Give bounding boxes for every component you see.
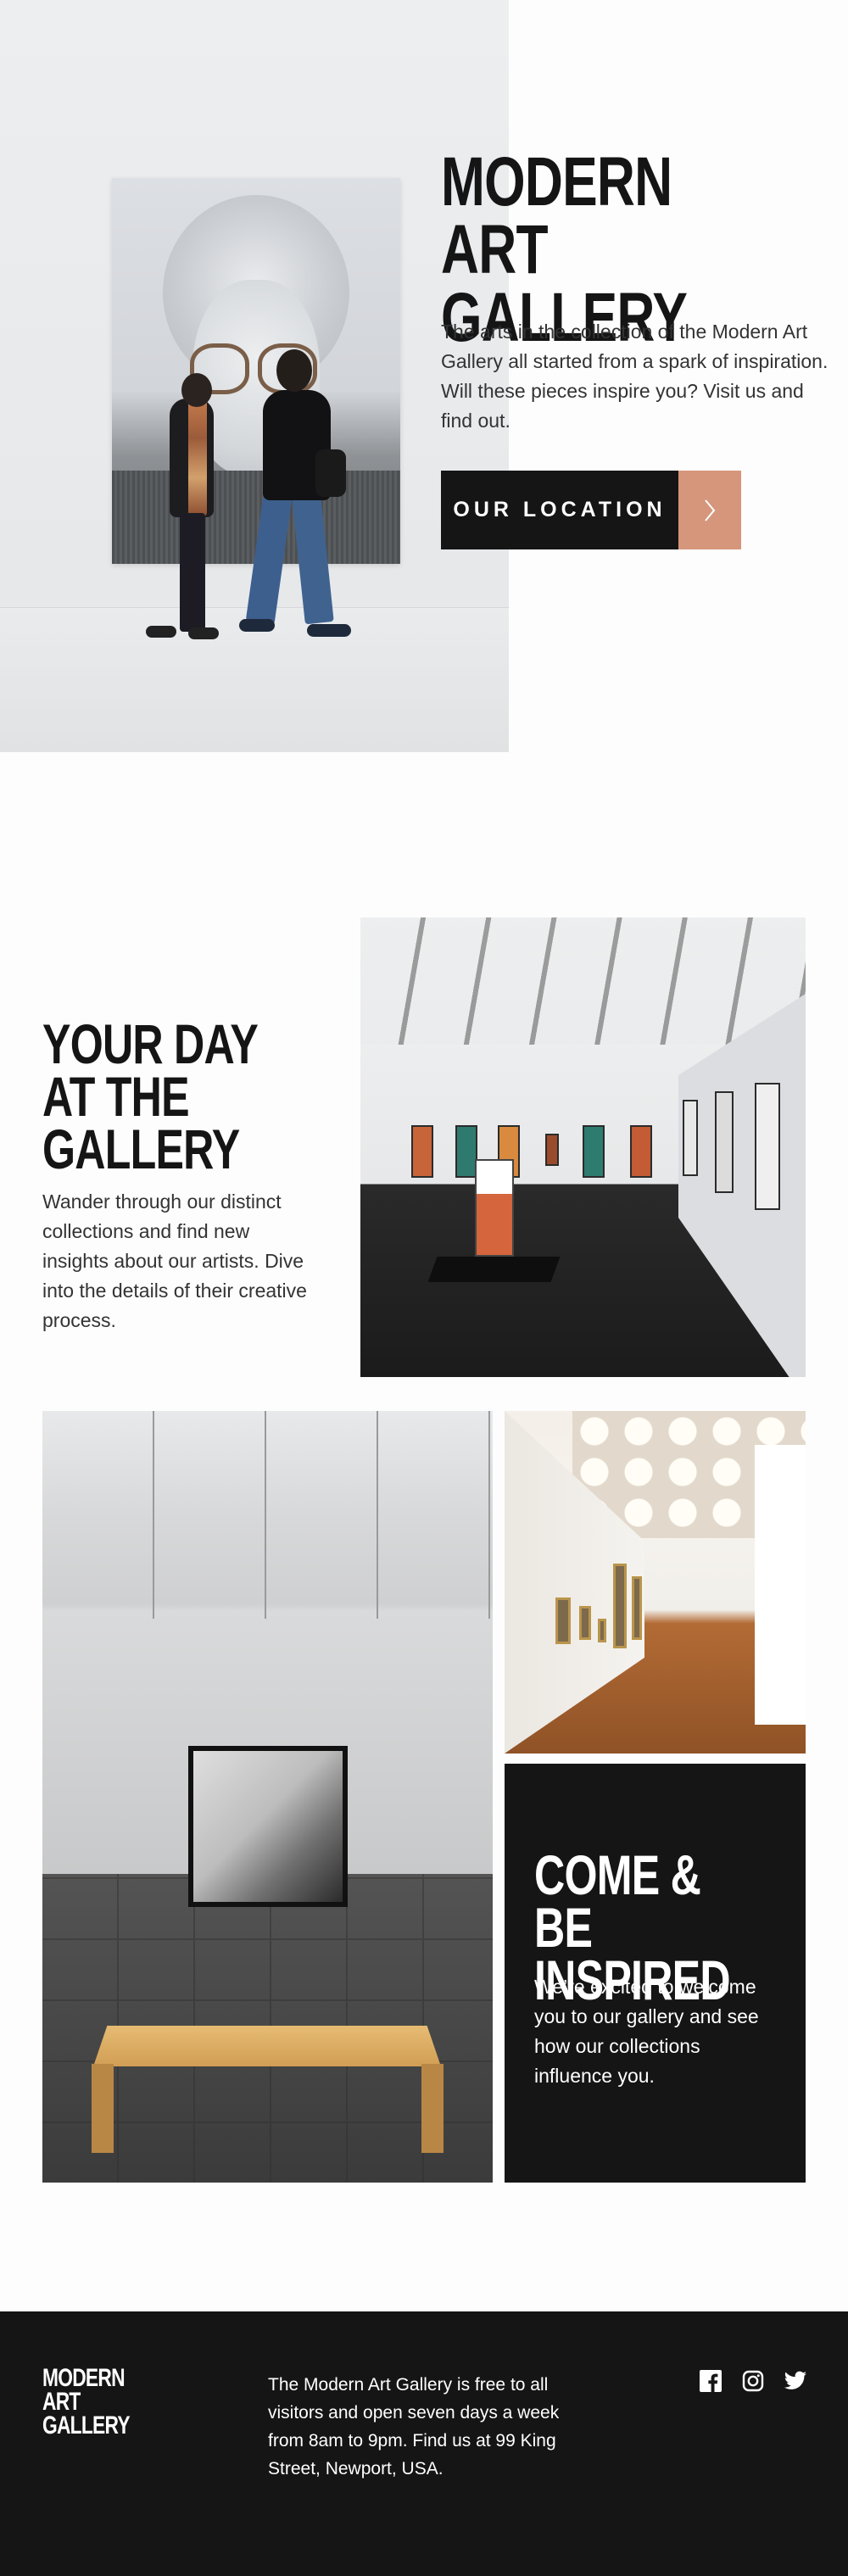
instagram-icon[interactable] <box>741 2369 765 2393</box>
gallery-hall-photo <box>360 917 806 1377</box>
chevron-right-icon <box>678 471 741 549</box>
facebook-icon[interactable] <box>699 2369 722 2393</box>
come-be-inspired-description: We’re excited to welcome you to our gall… <box>534 1976 759 2087</box>
gallery-bench-photo <box>42 1411 493 2183</box>
portrait-painting <box>112 178 400 564</box>
hero-description: The arts in the collection of the Modern… <box>441 321 828 432</box>
gallery-corridor-photo <box>505 1411 806 1754</box>
your-day-title: YOUR DAY AT THE GALLERY <box>42 1012 259 1180</box>
hero-image <box>0 0 509 752</box>
footer-logo[interactable]: MODERN ART GALLERY <box>42 2366 171 2439</box>
our-location-label: OUR LOCATION <box>441 471 678 549</box>
twitter-icon[interactable] <box>784 2369 807 2393</box>
your-day-description: Wander through our distinct collections … <box>42 1190 307 1331</box>
footer-description: The Modern Art Gallery is free to all vi… <box>268 2375 560 2478</box>
our-location-button[interactable]: OUR LOCATION <box>441 471 741 549</box>
